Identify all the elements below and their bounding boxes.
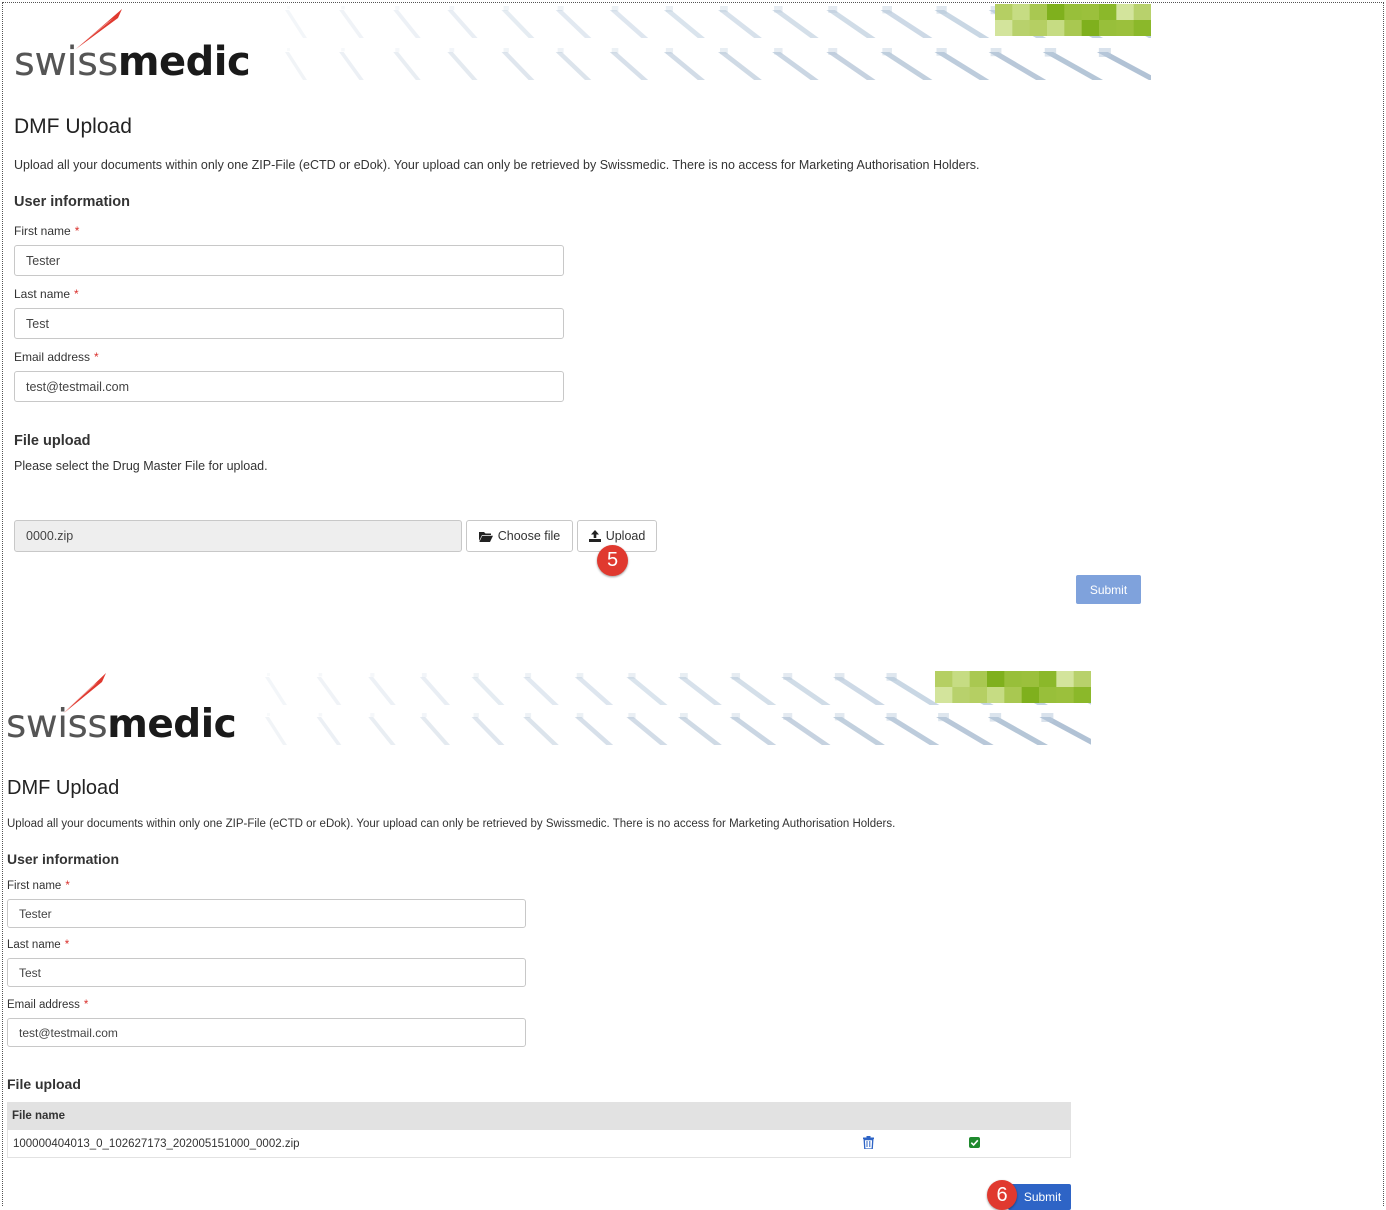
step-marker-5: 5	[597, 545, 628, 576]
logo-text-swiss: swiss	[14, 39, 118, 85]
required-asterisk: *	[74, 287, 79, 301]
logo-text-medic: medic	[107, 702, 237, 747]
header-banner-pattern	[265, 671, 1091, 745]
email-label: Email address *	[14, 350, 99, 364]
required-asterisk: *	[74, 224, 80, 238]
swissmedic-logo: swissmedic	[6, 670, 237, 750]
page-title: DMF Upload	[7, 777, 120, 799]
intro-text: Upload all your documents within only on…	[14, 158, 980, 172]
last-name-label: Last name *	[7, 939, 70, 951]
uploaded-files-table: File name 100000404013_0_102627173_20200…	[7, 1102, 1071, 1158]
first-name-label: First name *	[7, 880, 70, 892]
file-name-cell: 100000404013_0_102627173_202005151000_00…	[13, 1137, 300, 1150]
choose-file-button[interactable]: Choose file	[466, 520, 573, 552]
upload-icon	[588, 530, 601, 542]
user-information-heading: User information	[14, 194, 131, 210]
file-upload-hint: Please select the Drug Master File for u…	[14, 459, 268, 473]
required-asterisk: *	[94, 350, 99, 364]
required-asterisk: *	[83, 999, 89, 1011]
check-icon	[969, 1137, 980, 1151]
intro-text: Upload all your documents within only on…	[7, 818, 896, 830]
last-name-field[interactable]: Test	[14, 308, 564, 339]
email-field[interactable]: test@testmail.com	[14, 371, 564, 402]
submit-button[interactable]: Submit	[1008, 1184, 1071, 1210]
page-title: DMF Upload	[14, 115, 132, 138]
last-name-label: Last name *	[14, 287, 79, 301]
selected-file-field[interactable]: 0000.zip	[14, 520, 462, 552]
first-name-label: First name *	[14, 224, 80, 238]
submit-button-disabled[interactable]: Submit	[1076, 575, 1141, 604]
first-name-field[interactable]: Tester	[7, 899, 526, 928]
required-asterisk: *	[65, 880, 70, 892]
first-name-field[interactable]: Tester	[14, 245, 564, 276]
required-asterisk: *	[64, 939, 70, 951]
table-row: 100000404013_0_102627173_202005151000_00…	[7, 1130, 1071, 1158]
trash-icon[interactable]	[863, 1136, 874, 1152]
column-header-file-name: File name	[7, 1102, 1071, 1130]
email-field[interactable]: test@testmail.com	[7, 1018, 526, 1047]
logo-text-medic: medic	[117, 39, 251, 85]
user-information-heading: User information	[7, 851, 120, 867]
file-upload-heading: File upload	[14, 433, 91, 449]
file-upload-heading: File upload	[7, 1076, 81, 1092]
header-banner-pattern	[285, 4, 1151, 80]
logo-text-swiss: swiss	[6, 702, 108, 747]
last-name-field[interactable]: Test	[7, 958, 526, 987]
folder-open-icon	[478, 531, 493, 542]
email-label: Email address *	[7, 999, 89, 1011]
swissmedic-logo: swissmedic	[14, 6, 251, 86]
